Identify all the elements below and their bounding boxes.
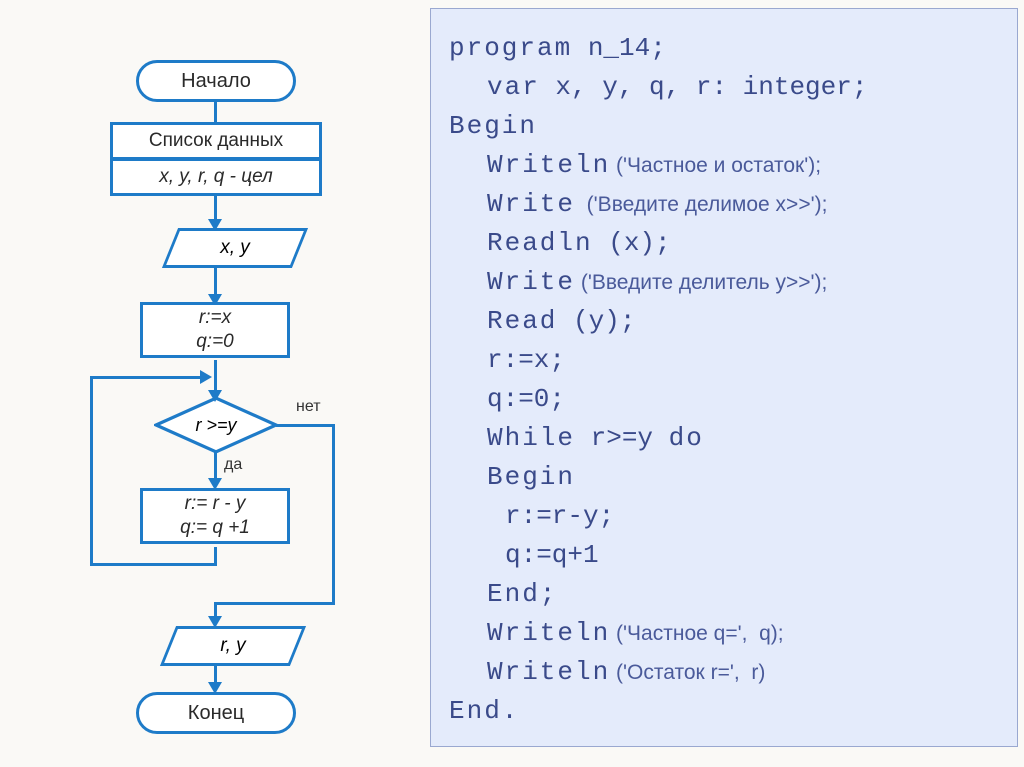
- code-text: q:=0;: [449, 380, 565, 419]
- keyword: Readln: [487, 228, 593, 258]
- connector: [214, 360, 217, 394]
- code-text: (y);: [557, 306, 635, 336]
- connector: [90, 376, 204, 379]
- end-label: Конец: [188, 702, 244, 725]
- code-text: r:=x;: [449, 341, 565, 380]
- code-text: ('Частное q=', q);: [610, 622, 783, 645]
- datalist-label: Список данных: [149, 130, 283, 152]
- keyword: Writeln: [487, 657, 610, 687]
- code-text: ('Введите делитель y>>');: [575, 271, 827, 294]
- code-line: While r>=y do: [449, 419, 999, 458]
- code-line: q:=0;: [449, 380, 999, 419]
- code-line: Begin: [449, 458, 999, 497]
- vars-box: x, y, r, q - цел: [110, 158, 322, 196]
- code-line: Read (y);: [449, 302, 999, 341]
- code-line: Writeln ('Частное q=', q);: [449, 614, 999, 653]
- keyword: Begin: [449, 111, 537, 141]
- arrowhead: [200, 370, 212, 384]
- keyword: While: [487, 423, 575, 453]
- keyword: Begin: [487, 462, 575, 492]
- code-line: Writeln ('Остаток r=', r): [449, 653, 999, 692]
- code-line: r:=x;: [449, 341, 999, 380]
- decision-label: r >=y: [195, 415, 236, 436]
- keyword: Writeln: [487, 150, 610, 180]
- connector: [90, 376, 93, 566]
- code-line: r:=r-y;: [449, 497, 999, 536]
- code-line: Write ('Введите делимое x>>');: [449, 185, 999, 224]
- decision: r >=y: [156, 398, 276, 452]
- keyword: End;: [487, 579, 557, 609]
- start-label: Начало: [181, 70, 251, 93]
- code-text: q:=q+1: [449, 536, 599, 575]
- connector: [214, 100, 217, 122]
- code-text: ('Введите делимое x>>');: [575, 193, 827, 216]
- code-line: Write ('Введите делитель y>>');: [449, 263, 999, 302]
- keyword: var: [487, 72, 540, 102]
- loop-body-process: r:= r - y q:= q +1: [140, 488, 290, 544]
- connector: [216, 602, 335, 605]
- end-terminator: Конец: [136, 692, 296, 734]
- code-line: End;: [449, 575, 999, 614]
- code-line: Writeln ('Частное и остаток');: [449, 146, 999, 185]
- keyword: Write: [487, 267, 575, 297]
- code-line: q:=q+1: [449, 536, 999, 575]
- keyword: do: [669, 423, 704, 453]
- keyword: Writeln: [487, 618, 610, 648]
- flowchart-panel: Начало Список данных x, y, r, q - цел x,…: [0, 0, 430, 767]
- code-text: r>=y: [575, 423, 669, 453]
- code-text: ('Частное и остаток');: [610, 154, 821, 177]
- code-line: Readln (x);: [449, 224, 999, 263]
- code-text: r:=r-y;: [449, 497, 614, 536]
- code-line: Begin: [449, 107, 999, 146]
- keyword: program: [449, 33, 572, 63]
- keyword: End.: [449, 696, 519, 726]
- code-text: x, y, q, r: integer;: [540, 72, 868, 102]
- code-line: program n_14;: [449, 29, 999, 68]
- code-panel: program n_14; var x, y, q, r: integer; B…: [430, 8, 1018, 747]
- datalist-box: Список данных: [110, 122, 322, 160]
- code-text: n_14;: [572, 33, 666, 63]
- code-line: var x, y, q, r: integer;: [449, 68, 999, 107]
- code-line: End.: [449, 692, 999, 731]
- output-io: r, y: [168, 626, 298, 666]
- code-text: (x);: [593, 228, 671, 258]
- connector: [332, 424, 335, 604]
- loop-body-label: r:= r - y q:= q +1: [180, 492, 250, 540]
- start-terminator: Начало: [136, 60, 296, 102]
- vars-label: x, y, r, q - цел: [159, 166, 273, 188]
- input-io: x, y: [170, 228, 300, 268]
- code-text: ('Остаток r=', r): [610, 661, 765, 684]
- keyword: Read: [487, 306, 557, 336]
- no-label: нет: [296, 398, 321, 416]
- init-process: r:=x q:=0: [140, 302, 290, 358]
- keyword: Write: [487, 189, 575, 219]
- connector: [276, 424, 334, 427]
- init-label: r:=x q:=0: [196, 306, 234, 354]
- connector: [90, 563, 217, 566]
- yes-label: да: [224, 456, 242, 474]
- input-label: x, y: [220, 237, 250, 259]
- output-label: r, y: [220, 635, 245, 657]
